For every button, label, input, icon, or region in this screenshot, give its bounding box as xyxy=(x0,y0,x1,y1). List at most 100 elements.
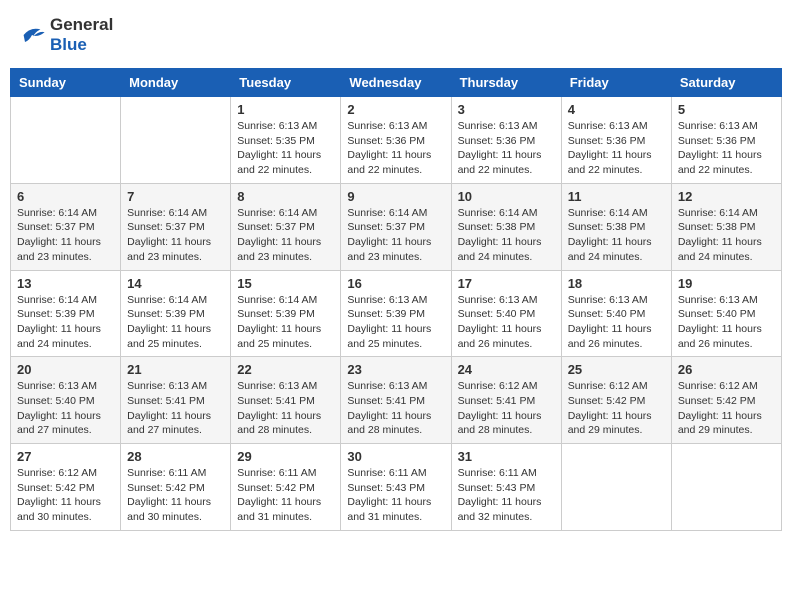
day-info: Sunrise: 6:13 AMSunset: 5:36 PMDaylight:… xyxy=(678,119,775,178)
day-number: 20 xyxy=(17,362,114,377)
calendar-cell: 18 Sunrise: 6:13 AMSunset: 5:40 PMDayligh… xyxy=(561,270,671,357)
weekday-header-row: SundayMondayTuesdayWednesdayThursdayFrid… xyxy=(11,69,782,97)
day-number: 27 xyxy=(17,449,114,464)
day-number: 16 xyxy=(347,276,444,291)
weekday-header-thursday: Thursday xyxy=(451,69,561,97)
day-number: 25 xyxy=(568,362,665,377)
logo-general: General xyxy=(50,15,113,34)
calendar-cell: 5 Sunrise: 6:13 AMSunset: 5:36 PMDaylight… xyxy=(671,97,781,184)
day-info: Sunrise: 6:13 AMSunset: 5:35 PMDaylight:… xyxy=(237,119,334,178)
calendar-cell: 1Sunrise: 6:13 AMSunset: 5:35 PMDaylight… xyxy=(231,97,341,184)
weekday-header-friday: Friday xyxy=(561,69,671,97)
calendar-cell: 29 Sunrise: 6:11 AMSunset: 5:42 PMDayligh… xyxy=(231,444,341,531)
calendar-cell xyxy=(671,444,781,531)
day-number: 8 xyxy=(237,189,334,204)
day-number: 6 xyxy=(17,189,114,204)
day-number: 5 xyxy=(678,102,775,117)
day-number: 11 xyxy=(568,189,665,204)
day-number: 24 xyxy=(458,362,555,377)
calendar-cell: 14 Sunrise: 6:14 AMSunset: 5:39 PMDayligh… xyxy=(121,270,231,357)
calendar-cell: 4Sunrise: 6:13 AMSunset: 5:36 PMDaylight… xyxy=(561,97,671,184)
weekday-header-tuesday: Tuesday xyxy=(231,69,341,97)
day-info: Sunrise: 6:13 AMSunset: 5:40 PMDaylight:… xyxy=(568,293,665,352)
day-number: 31 xyxy=(458,449,555,464)
day-info: Sunrise: 6:14 AMSunset: 5:38 PMDaylight:… xyxy=(568,206,665,265)
day-number: 14 xyxy=(127,276,224,291)
day-info: Sunrise: 6:12 AMSunset: 5:42 PMDaylight:… xyxy=(17,466,114,525)
calendar-week-row: 1Sunrise: 6:13 AMSunset: 5:35 PMDaylight… xyxy=(11,97,782,184)
day-number: 4 xyxy=(568,102,665,117)
calendar-cell xyxy=(11,97,121,184)
calendar-cell: 9 Sunrise: 6:14 AMSunset: 5:37 PMDaylight… xyxy=(341,183,451,270)
calendar-cell: 2 Sunrise: 6:13 AMSunset: 5:36 PMDaylight… xyxy=(341,97,451,184)
day-info: Sunrise: 6:13 AMSunset: 5:36 PMDaylight:… xyxy=(347,119,444,178)
calendar-week-row: 27 Sunrise: 6:12 AMSunset: 5:42 PMDayligh… xyxy=(11,444,782,531)
day-number: 29 xyxy=(237,449,334,464)
calendar-cell xyxy=(121,97,231,184)
day-info: Sunrise: 6:14 AMSunset: 5:37 PMDaylight:… xyxy=(237,206,334,265)
day-info: Sunrise: 6:11 AMSunset: 5:42 PMDaylight:… xyxy=(127,466,224,525)
calendar-cell: 31 Sunrise: 6:11 AMSunset: 5:43 PMDayligh… xyxy=(451,444,561,531)
weekday-header-sunday: Sunday xyxy=(11,69,121,97)
day-info: Sunrise: 6:14 AMSunset: 5:39 PMDaylight:… xyxy=(237,293,334,352)
day-number: 10 xyxy=(458,189,555,204)
day-info: Sunrise: 6:13 AMSunset: 5:36 PMDaylight:… xyxy=(458,119,555,178)
day-info: Sunrise: 6:12 AMSunset: 5:42 PMDaylight:… xyxy=(678,379,775,438)
day-info: Sunrise: 6:13 AMSunset: 5:41 PMDaylight:… xyxy=(237,379,334,438)
calendar-cell: 23Sunrise: 6:13 AMSunset: 5:41 PMDayligh… xyxy=(341,357,451,444)
day-info: Sunrise: 6:14 AMSunset: 5:39 PMDaylight:… xyxy=(127,293,224,352)
day-info: Sunrise: 6:12 AMSunset: 5:42 PMDaylight:… xyxy=(568,379,665,438)
day-info: Sunrise: 6:13 AMSunset: 5:41 PMDaylight:… xyxy=(347,379,444,438)
calendar-cell: 16 Sunrise: 6:13 AMSunset: 5:39 PMDayligh… xyxy=(341,270,451,357)
calendar-cell: 25 Sunrise: 6:12 AMSunset: 5:42 PMDayligh… xyxy=(561,357,671,444)
day-info: Sunrise: 6:14 AMSunset: 5:38 PMDaylight:… xyxy=(458,206,555,265)
day-info: Sunrise: 6:14 AMSunset: 5:38 PMDaylight:… xyxy=(678,206,775,265)
logo: General Blue xyxy=(18,15,113,55)
calendar-cell: 22 Sunrise: 6:13 AMSunset: 5:41 PMDayligh… xyxy=(231,357,341,444)
calendar-week-row: 6 Sunrise: 6:14 AMSunset: 5:37 PMDaylight… xyxy=(11,183,782,270)
day-number: 26 xyxy=(678,362,775,377)
calendar-cell: 21 Sunrise: 6:13 AMSunset: 5:41 PMDayligh… xyxy=(121,357,231,444)
calendar-cell: 12Sunrise: 6:14 AMSunset: 5:38 PMDayligh… xyxy=(671,183,781,270)
day-number: 28 xyxy=(127,449,224,464)
day-info: Sunrise: 6:14 AMSunset: 5:37 PMDaylight:… xyxy=(347,206,444,265)
calendar-week-row: 20 Sunrise: 6:13 AMSunset: 5:40 PMDayligh… xyxy=(11,357,782,444)
day-info: Sunrise: 6:13 AMSunset: 5:40 PMDaylight:… xyxy=(458,293,555,352)
calendar-cell: 3 Sunrise: 6:13 AMSunset: 5:36 PMDaylight… xyxy=(451,97,561,184)
day-info: Sunrise: 6:14 AMSunset: 5:37 PMDaylight:… xyxy=(17,206,114,265)
weekday-header-saturday: Saturday xyxy=(671,69,781,97)
logo-bird-icon xyxy=(18,25,46,45)
calendar-cell xyxy=(561,444,671,531)
day-number: 13 xyxy=(17,276,114,291)
page-header: General Blue xyxy=(10,10,782,60)
day-info: Sunrise: 6:13 AMSunset: 5:40 PMDaylight:… xyxy=(17,379,114,438)
calendar-cell: 8 Sunrise: 6:14 AMSunset: 5:37 PMDaylight… xyxy=(231,183,341,270)
calendar-cell: 7Sunrise: 6:14 AMSunset: 5:37 PMDaylight… xyxy=(121,183,231,270)
calendar-cell: 28 Sunrise: 6:11 AMSunset: 5:42 PMDayligh… xyxy=(121,444,231,531)
calendar-table: SundayMondayTuesdayWednesdayThursdayFrid… xyxy=(10,68,782,531)
calendar-cell: 24 Sunrise: 6:12 AMSunset: 5:41 PMDayligh… xyxy=(451,357,561,444)
calendar-cell: 13 Sunrise: 6:14 AMSunset: 5:39 PMDayligh… xyxy=(11,270,121,357)
calendar-cell: 30 Sunrise: 6:11 AMSunset: 5:43 PMDayligh… xyxy=(341,444,451,531)
day-number: 30 xyxy=(347,449,444,464)
day-info: Sunrise: 6:11 AMSunset: 5:43 PMDaylight:… xyxy=(458,466,555,525)
day-number: 3 xyxy=(458,102,555,117)
calendar-cell: 17Sunrise: 6:13 AMSunset: 5:40 PMDayligh… xyxy=(451,270,561,357)
calendar-cell: 20 Sunrise: 6:13 AMSunset: 5:40 PMDayligh… xyxy=(11,357,121,444)
weekday-header-wednesday: Wednesday xyxy=(341,69,451,97)
day-info: Sunrise: 6:12 AMSunset: 5:41 PMDaylight:… xyxy=(458,379,555,438)
day-number: 22 xyxy=(237,362,334,377)
calendar-cell: 6 Sunrise: 6:14 AMSunset: 5:37 PMDaylight… xyxy=(11,183,121,270)
logo-blue: Blue xyxy=(50,35,87,54)
day-info: Sunrise: 6:14 AMSunset: 5:39 PMDaylight:… xyxy=(17,293,114,352)
day-number: 7 xyxy=(127,189,224,204)
day-info: Sunrise: 6:13 AMSunset: 5:41 PMDaylight:… xyxy=(127,379,224,438)
day-info: Sunrise: 6:11 AMSunset: 5:42 PMDaylight:… xyxy=(237,466,334,525)
day-number: 2 xyxy=(347,102,444,117)
day-number: 18 xyxy=(568,276,665,291)
day-number: 21 xyxy=(127,362,224,377)
day-info: Sunrise: 6:13 AMSunset: 5:39 PMDaylight:… xyxy=(347,293,444,352)
calendar-cell: 26 Sunrise: 6:12 AMSunset: 5:42 PMDayligh… xyxy=(671,357,781,444)
day-info: Sunrise: 6:11 AMSunset: 5:43 PMDaylight:… xyxy=(347,466,444,525)
day-number: 9 xyxy=(347,189,444,204)
